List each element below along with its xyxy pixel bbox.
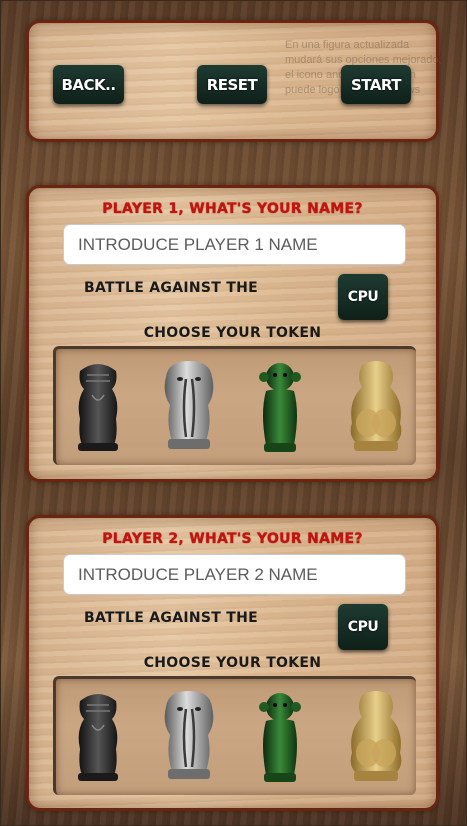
controls-panel: En una figura actualizada mudará sus opc…	[26, 20, 442, 142]
gold-hippo-token[interactable]	[346, 357, 406, 453]
player-1-battle-label: BATTLE AGAINST THE	[84, 280, 259, 296]
reset-button[interactable]: RESET	[197, 65, 267, 104]
player-2-battle-label: BATTLE AGAINST THE	[84, 610, 259, 626]
black-rhino-token[interactable]	[72, 361, 124, 453]
player-1-cpu-button[interactable]: CPU	[338, 274, 388, 320]
start-button[interactable]: START	[341, 65, 411, 104]
gold-hippo-token[interactable]	[346, 687, 406, 783]
player-1-title: PLAYER 1, WHAT'S YOUR NAME?	[102, 201, 363, 217]
silver-elephant-token[interactable]	[160, 687, 218, 783]
back-button[interactable]: BACK..	[53, 65, 124, 104]
player-2-title: PLAYER 2, WHAT'S YOUR NAME?	[102, 531, 363, 547]
player-1-panel: PLAYER 1, WHAT'S YOUR NAME? BATTLE AGAIN…	[26, 185, 439, 482]
green-monkey-token[interactable]	[256, 691, 304, 783]
player-1-token-label: CHOOSE YOUR TOKEN	[143, 325, 322, 341]
player-1-token-tray	[53, 346, 416, 465]
player-2-token-tray	[53, 676, 416, 795]
player-1-name-input[interactable]	[63, 224, 406, 265]
silver-elephant-token[interactable]	[160, 357, 218, 453]
player-2-cpu-button[interactable]: CPU	[338, 604, 388, 650]
green-monkey-token[interactable]	[256, 361, 304, 453]
black-rhino-token[interactable]	[72, 691, 124, 783]
player-2-panel: PLAYER 2, WHAT'S YOUR NAME? BATTLE AGAIN…	[26, 515, 439, 811]
player-2-name-input[interactable]	[63, 554, 406, 595]
player-2-token-label: CHOOSE YOUR TOKEN	[143, 655, 322, 671]
